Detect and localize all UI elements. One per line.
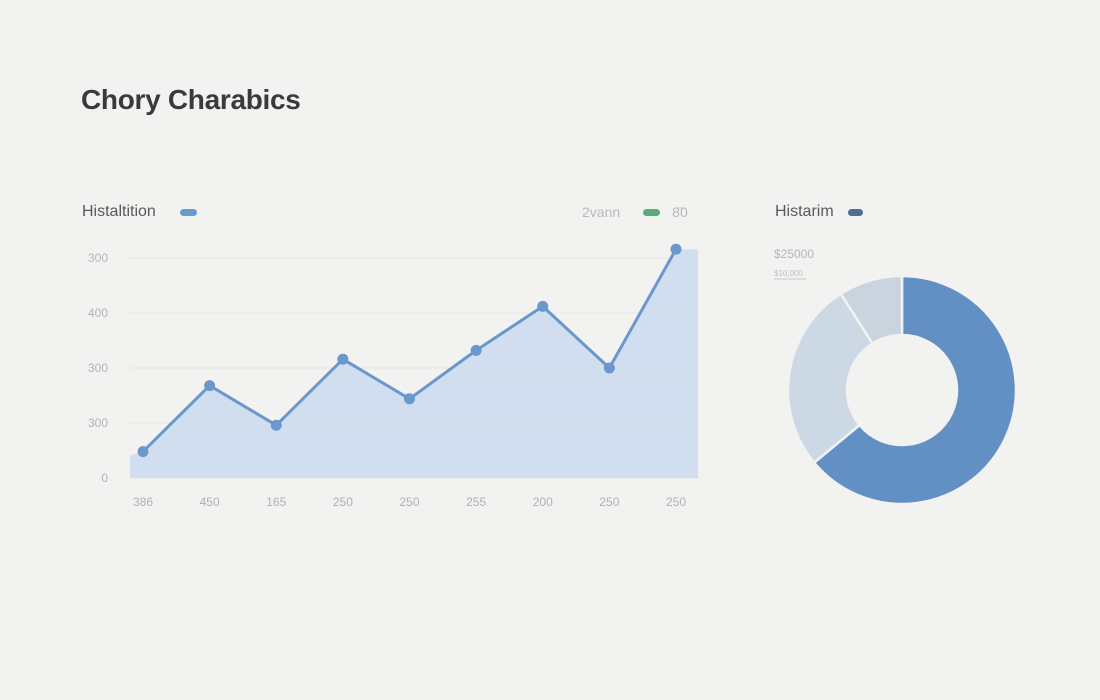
donut-legend-swatch <box>847 208 863 216</box>
y-tick-label: 400 <box>88 306 108 320</box>
y-tick-label: 300 <box>88 416 108 430</box>
data-point <box>270 419 282 431</box>
x-tick-label: 250 <box>599 495 619 509</box>
data-point <box>204 380 216 392</box>
data-point <box>470 344 482 356</box>
data-point <box>137 446 149 458</box>
data-point <box>603 362 615 374</box>
x-tick-label: 250 <box>399 495 419 509</box>
donut-panel-title: Histarim <box>775 203 834 220</box>
x-tick-label: 165 <box>266 495 286 509</box>
x-tick-label: 386 <box>133 495 153 509</box>
data-point <box>670 243 682 255</box>
line-chart: 0 300 300 400 300 386 450 165 250 250 255 200 250 250 <box>88 243 700 509</box>
data-point <box>404 393 415 405</box>
x-tick-label: 450 <box>200 495 220 509</box>
x-tick-label: 200 <box>533 495 553 509</box>
donut-panel-header: Histarim <box>775 203 863 221</box>
x-tick-label: 250 <box>666 495 686 509</box>
x-tick-label: 250 <box>333 495 353 509</box>
y-tick-label: 0 <box>101 471 108 485</box>
data-point <box>537 300 549 312</box>
donut-annotation-value: $25000 <box>774 247 814 261</box>
data-point <box>337 353 349 365</box>
donut-chart: $25000 $10,000 <box>774 247 1018 506</box>
donut-annotation-sub: $10,000 <box>774 269 803 278</box>
y-tick-label: 300 <box>88 361 108 375</box>
y-tick-label: 300 <box>88 251 108 265</box>
x-tick-label: 255 <box>466 495 486 509</box>
